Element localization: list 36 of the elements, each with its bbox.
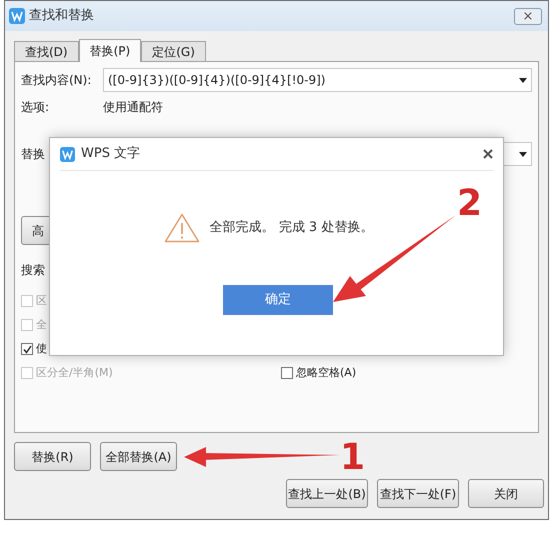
step-number: 1 <box>340 440 366 476</box>
dialog-message: 全部完成。 完成 3 处替换。 <box>210 219 374 238</box>
checkbox-label: 区 <box>36 292 47 309</box>
options-value: 使用通配符 <box>103 99 163 116</box>
tab[interactable]: 定位(G) <box>141 41 206 61</box>
dialog-button[interactable]: 全部替换(A) <box>100 442 177 471</box>
app-logo-icon <box>9 8 25 24</box>
checkbox[interactable] <box>281 367 293 379</box>
close-icon[interactable] <box>483 149 493 159</box>
warning-icon <box>164 213 200 243</box>
check-icon <box>22 344 32 354</box>
find-field[interactable]: ([0-9]{3})([0-9]{4})([0-9]{4}[!0-9]) <box>103 68 532 92</box>
dialog-button[interactable]: 关闭 <box>468 479 544 508</box>
close-button[interactable]: × <box>514 8 542 24</box>
dialog-button[interactable]: 查找下一处(F) <box>377 479 459 508</box>
field-value: ([0-9]{3})([0-9]{4})([0-9]{4}[!0-9]) <box>108 72 326 89</box>
checkbox-label: 全 <box>36 316 47 333</box>
checkbox[interactable] <box>21 343 33 355</box>
checkbox-label: 区分全/半角(M) <box>36 364 113 381</box>
window-title: 查找和替换 <box>29 7 94 26</box>
tab[interactable]: 查找(D) <box>14 41 79 61</box>
app-logo-icon <box>60 146 75 162</box>
tab[interactable]: 替换(P) <box>78 39 142 62</box>
step-number: 2 <box>457 186 482 222</box>
dropdown-icon <box>519 78 527 82</box>
dialog-title: WPS 文字 <box>81 145 140 164</box>
checkbox-label: 忽略空格(A) <box>296 364 356 381</box>
field-label: 查找内容(N): <box>21 72 92 89</box>
dialog-button[interactable]: 替换(R) <box>14 442 91 471</box>
dialog-button[interactable]: 查找上一处(B) <box>286 479 368 508</box>
options-label: 选项: <box>21 99 50 116</box>
checkbox-label: 使 <box>36 340 47 357</box>
section-label: 搜索 <box>21 262 45 279</box>
dropdown-icon <box>519 152 527 156</box>
field-label: 替换 <box>21 146 45 163</box>
ok-button[interactable]: 确定 <box>223 285 333 315</box>
